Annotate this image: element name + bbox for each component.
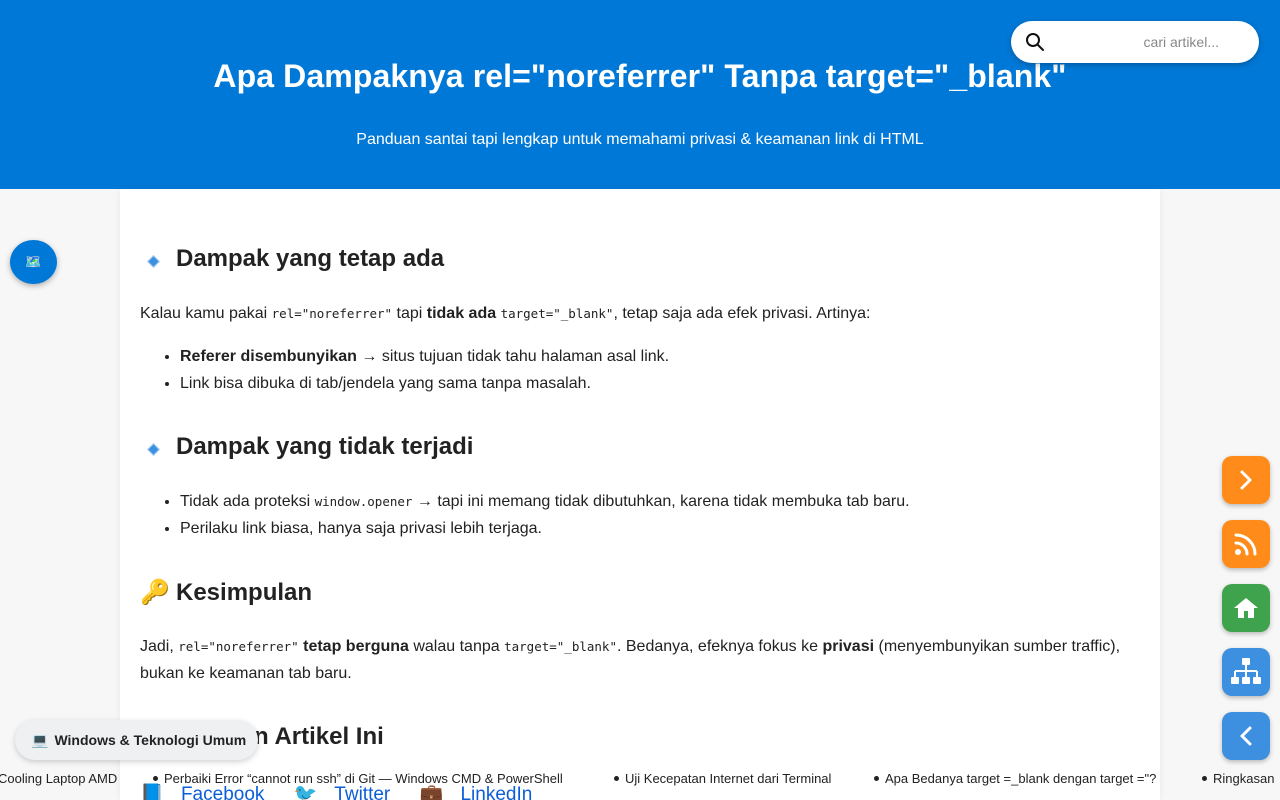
ticker-item[interactable]: Apa Bedanya target =_blank dengan target… bbox=[874, 771, 1156, 786]
diamond-icon bbox=[146, 443, 160, 456]
search-input[interactable]: cari artikel... bbox=[1061, 34, 1245, 50]
bullet-list: Tidak ada proteksi window.opener → tapi … bbox=[180, 488, 910, 542]
list-item: Perilaku link biasa, hanya saja privasi … bbox=[180, 515, 910, 542]
home-button[interactable] bbox=[1222, 584, 1270, 632]
section-heading: n Artikel Ini bbox=[254, 723, 384, 750]
list-item: Link bisa dibuka di tab/jendela yang sam… bbox=[180, 370, 669, 397]
page-subtitle: Panduan santai tapi lengkap untuk memaha… bbox=[356, 131, 924, 148]
bullet-icon bbox=[1202, 776, 1207, 781]
bullet-list: Referer disembunyikan → situs tujuan tid… bbox=[180, 343, 669, 397]
toc-button[interactable]: 🗺️ bbox=[10, 240, 57, 284]
map-icon: 🗺️ bbox=[25, 254, 42, 269]
section-heading: Dampak yang tidak terjadi bbox=[140, 433, 473, 461]
category-badge[interactable]: 💻 Windows & Teknologi Umum bbox=[15, 720, 258, 760]
list-item: Referer disembunyikan → situs tujuan tid… bbox=[180, 343, 669, 370]
ticker-item[interactable]: Uji Kecepatan Internet dari Terminal bbox=[614, 771, 831, 786]
ticker-item[interactable]: Ringkasan bbox=[1202, 771, 1274, 786]
laptop-icon: 💻 bbox=[31, 731, 49, 748]
article-content: Dampak yang tetap ada Kalau kamu pakai r… bbox=[120, 189, 1160, 800]
paragraph: Jadi, rel="noreferrer" tetap berguna wal… bbox=[140, 638, 1121, 682]
page-title: Apa Dampaknya rel="noreferrer" Tanpa tar… bbox=[213, 58, 1067, 94]
paragraph: Kalau kamu pakai rel="noreferrer" tapi t… bbox=[140, 305, 871, 322]
bullet-icon bbox=[874, 776, 879, 781]
diamond-icon bbox=[146, 255, 160, 268]
search-box[interactable]: cari artikel... bbox=[1011, 21, 1259, 63]
section-heading: 🔑 Kesimpulan bbox=[140, 578, 313, 607]
home-icon bbox=[1234, 598, 1258, 618]
next-article-button[interactable] bbox=[1222, 456, 1270, 504]
article-ticker: Cooling Laptop AMD Perbaiki Error “canno… bbox=[0, 771, 1280, 789]
chevron-left-icon bbox=[1240, 726, 1252, 746]
ticker-item[interactable]: Perbaiki Error “cannot run ssh” di Git —… bbox=[153, 771, 563, 786]
sitemap-icon bbox=[1231, 658, 1261, 684]
section-heading: Dampak yang tetap ada bbox=[140, 245, 444, 273]
rss-button[interactable] bbox=[1222, 520, 1270, 568]
key-icon: 🔑 bbox=[140, 579, 170, 606]
bullet-icon bbox=[153, 776, 158, 781]
search-icon bbox=[1026, 33, 1044, 51]
chevron-right-icon bbox=[1240, 470, 1252, 490]
bullet-icon bbox=[614, 776, 619, 781]
prev-article-button[interactable] bbox=[1222, 712, 1270, 760]
sitemap-button[interactable] bbox=[1222, 648, 1270, 696]
list-item: Tidak ada proteksi window.opener → tapi … bbox=[180, 488, 910, 515]
rss-icon bbox=[1234, 533, 1257, 556]
ticker-item[interactable]: Cooling Laptop AMD bbox=[0, 771, 117, 786]
